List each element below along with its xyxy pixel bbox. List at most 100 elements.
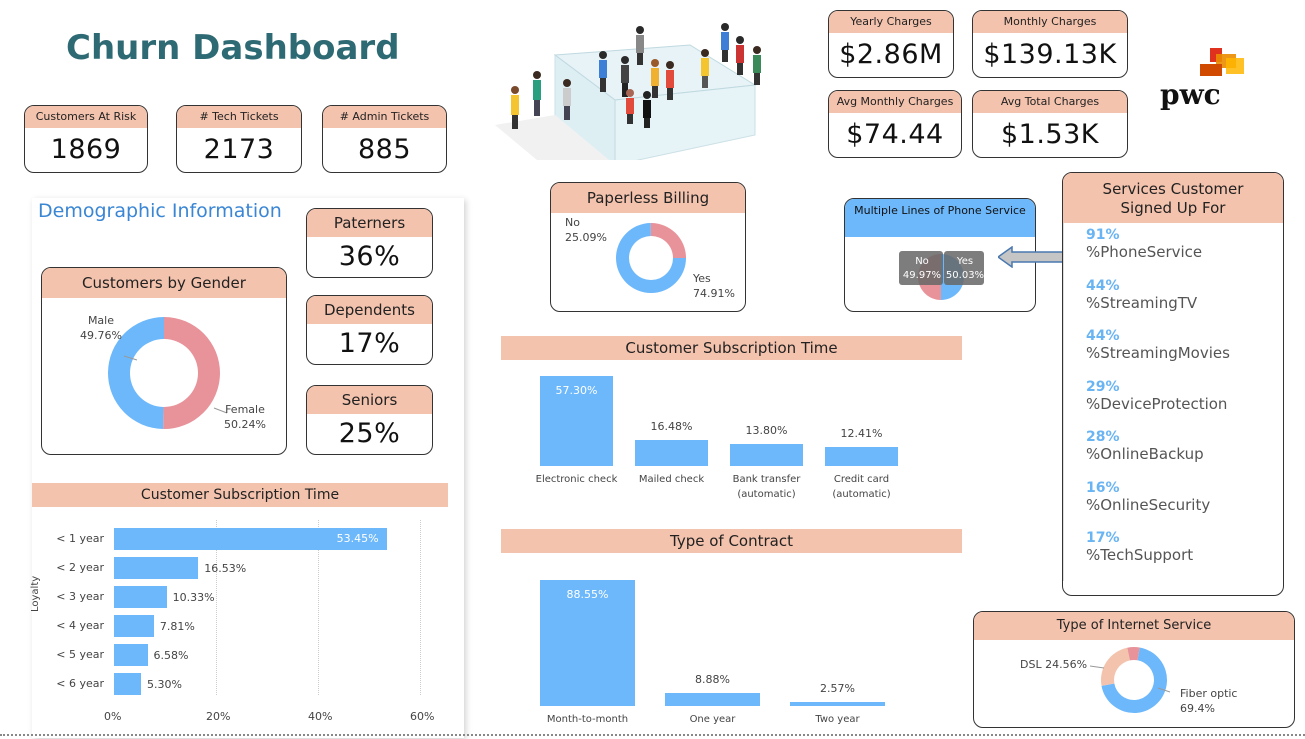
kpi-label: Monthly Charges — [973, 11, 1127, 33]
category-label: Month-to-month — [546, 714, 629, 725]
internet-donut — [1089, 647, 1171, 713]
service-name: %StreamingTV — [1086, 293, 1198, 312]
service-percent: 44% — [1086, 328, 1120, 344]
x-tick-label: 20% — [206, 710, 231, 723]
female-label: Female 50.24% — [224, 403, 266, 431]
kpi-label: # Admin Tickets — [323, 106, 446, 128]
seniors-label: Seniors — [307, 386, 432, 414]
service-name: %DeviceProtection — [1086, 394, 1228, 413]
x-tick-label: 60% — [410, 710, 435, 723]
service-percent: 17% — [1086, 530, 1120, 546]
chart-title: Customers by Gender — [42, 268, 286, 298]
value-label: 8.88% — [695, 673, 730, 687]
category-label: One year — [689, 714, 736, 725]
value-label: 16.48% — [650, 420, 693, 434]
pwc-logo: pwc — [1160, 46, 1250, 116]
services-card: Services Customer Signed Up For 91% %Phon… — [1062, 172, 1284, 596]
services-title-line2: Signed Up For — [1120, 199, 1226, 217]
category-label: Credit card (automatic) — [832, 474, 891, 500]
slice-female — [163, 317, 220, 429]
category-label: < 1 year — [56, 532, 104, 545]
kpi-avg-total-charges: Avg Total Charges $1.53K — [972, 90, 1128, 158]
category-label: < 5 year — [56, 648, 104, 661]
value-label: 16.53% — [204, 562, 247, 575]
value-label: 2.57% — [820, 682, 855, 696]
contract-chart-title: Type of Contract — [501, 529, 962, 553]
category-label: Bank transfer (automatic) — [732, 474, 801, 500]
internet-fiber-label: Fiber optic 69.4% — [1180, 687, 1238, 715]
payment-chart-title: Customer Subscription Time — [501, 336, 962, 360]
value-label: 53.45% — [336, 532, 379, 545]
value-label: 5.30% — [147, 678, 182, 691]
service-name: %StreamingMovies — [1086, 344, 1230, 362]
bar — [114, 557, 199, 579]
internet-service-card: Type of Internet Service DSL 24.56% Fibe… — [973, 611, 1295, 728]
slice-dsl — [1101, 647, 1130, 686]
payment-bar-chart: 57.30% Electronic check 16.48% Mailed check… — [536, 368, 940, 513]
paperless-billing-card: Paperless Billing No 25.09% Yes 74.91% — [550, 182, 746, 312]
service-percent: 28% — [1086, 429, 1120, 445]
internet-dsl-label: DSL 24.56% — [1020, 658, 1088, 671]
seniors-card: Seniors 25% — [306, 385, 433, 455]
value-label: 7.81% — [159, 620, 195, 633]
service-name: %PhoneService — [1086, 243, 1203, 261]
service-item: 16% %OnlineSecurity — [1086, 480, 1283, 531]
bottom-dotted-border — [0, 734, 1305, 736]
services-title: Services Customer Signed Up For — [1063, 173, 1283, 223]
page-title: Churn Dashboard — [66, 28, 400, 68]
kpi-value: 2173 — [203, 134, 275, 165]
bar — [635, 440, 708, 466]
bar — [114, 586, 167, 608]
value-label: 6.58% — [153, 649, 189, 662]
service-name: %OnlineBackup — [1086, 445, 1204, 463]
services-title-line1: Services Customer — [1102, 180, 1244, 198]
service-percent: 16% — [1086, 479, 1120, 496]
arrow-left-icon — [998, 246, 1071, 268]
multiple-lines-yes-label: Yes 50.03% — [945, 256, 985, 281]
category-label: < 2 year — [56, 561, 104, 574]
chart-title: Paperless Billing — [551, 183, 745, 213]
category-label: Two year — [815, 714, 860, 725]
value-label: 12.41% — [840, 426, 883, 440]
x-tick-label: 40% — [308, 710, 333, 723]
slice-no — [650, 223, 686, 258]
office-people-illustration — [495, 23, 761, 160]
gender-chart-card: Customers by Gender Male 49.76% Female 5… — [41, 267, 287, 455]
dependents-label: Dependents — [307, 296, 432, 324]
bar — [825, 446, 898, 466]
bar — [114, 644, 148, 666]
kpi-label: Yearly Charges — [829, 11, 953, 33]
kpi-yearly-charges: Yearly Charges $2.86M — [828, 10, 954, 78]
service-item: 29% %DeviceProtection — [1086, 379, 1283, 430]
services-list: 91% %PhoneService 44% %StreamingTV 44% %Strea… — [1063, 223, 1283, 581]
loyalty-bar-chart: 0% 20% 40% 60% < 1 year 53.45% < 2 year 16.53% <… — [40, 520, 440, 730]
chart-title: Multiple Lines of Phone Service — [845, 199, 1035, 237]
internet-donut-slices — [1101, 647, 1167, 713]
partners-value: 36% — [338, 241, 401, 272]
service-item: 44% %StreamingTV — [1086, 278, 1283, 329]
chart-title: Type of Internet Service — [974, 612, 1294, 640]
kpi-value: $1.53K — [1000, 119, 1099, 150]
category-label: < 6 year — [56, 677, 104, 690]
kpi-value: 1869 — [50, 134, 122, 165]
seniors-value: 25% — [338, 418, 401, 449]
value-label: 13.80% — [745, 424, 788, 438]
x-tick-label: 0% — [104, 710, 122, 723]
kpi-monthly-charges: Monthly Charges $139.13K — [972, 10, 1128, 78]
category-label: < 3 year — [56, 590, 104, 603]
contract-bar-chart: 88.55% Month-to-month 8.88% One year 2.57% Tw… — [540, 565, 920, 730]
gender-donut-slices — [107, 317, 220, 429]
kpi-label: # Tech Tickets — [177, 106, 301, 128]
value-label: 10.33% — [172, 591, 215, 604]
male-label: Male 49.76% — [80, 314, 122, 342]
value-label: 88.55% — [566, 588, 609, 601]
service-percent: 29% — [1086, 378, 1120, 395]
service-percent: 44% — [1086, 277, 1120, 294]
paperless-no-label: No 25.09% — [565, 216, 607, 244]
category-label: Electronic check — [535, 474, 618, 485]
kpi-tech-tickets: # Tech Tickets 2173 — [176, 105, 302, 173]
multiple-lines-no-label: No 49.97% — [902, 256, 942, 281]
pwc-logo-text: pwc — [1160, 78, 1221, 111]
service-item: 17% %TechSupport — [1086, 530, 1283, 581]
service-item: 44% %StreamingMovies — [1086, 328, 1283, 379]
